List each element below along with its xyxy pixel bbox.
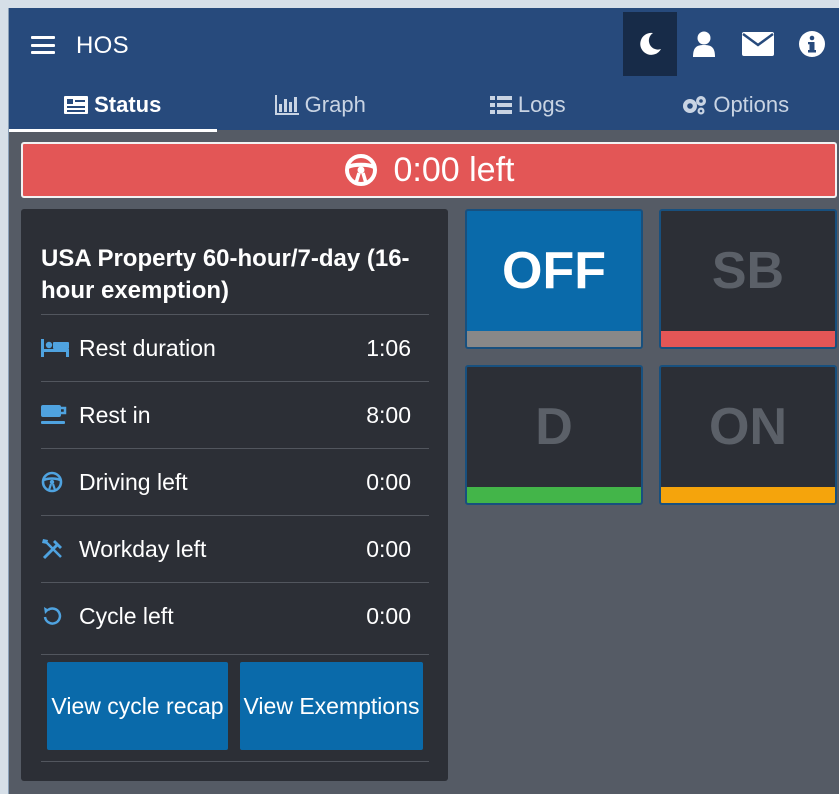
status-sb-bar xyxy=(661,331,835,347)
hos-summary-panel: USA Property 60-hour/7-day (16-hour exem… xyxy=(21,209,448,781)
list-icon xyxy=(489,96,512,114)
driving-time-alert: 0:00 left xyxy=(21,142,837,198)
tab-logs-label: Logs xyxy=(517,92,566,117)
alert-text: 0:00 left xyxy=(393,150,515,189)
status-off-bar xyxy=(467,331,641,347)
status-off-tile[interactable]: OFF xyxy=(465,209,643,349)
panel-actions: View cycle recap View Exemptions xyxy=(41,654,429,762)
header-actions xyxy=(623,12,839,76)
status-off-label: OFF xyxy=(502,242,606,300)
status-d-tile[interactable]: D xyxy=(465,365,643,505)
bed-icon xyxy=(41,339,79,357)
steering-wheel-icon xyxy=(41,471,79,493)
app-title: HOS xyxy=(76,32,129,59)
row-rest-in: Rest in 8:00 xyxy=(41,381,429,448)
row-value: 0:00 xyxy=(366,602,411,629)
row-label: Rest duration xyxy=(79,334,216,361)
row-value: 0:00 xyxy=(366,468,411,495)
status-sb-tile[interactable]: SB xyxy=(659,209,837,349)
hamburger-menu-icon[interactable] xyxy=(31,36,55,54)
status-d-label: D xyxy=(535,398,573,456)
coffee-icon xyxy=(41,405,79,425)
row-label: Cycle left xyxy=(79,602,174,629)
user-icon[interactable] xyxy=(677,12,731,76)
tab-status-label: Status xyxy=(94,92,162,117)
moon-icon[interactable] xyxy=(623,12,677,76)
top-bar: HOS xyxy=(9,8,839,80)
tab-options-label: Options xyxy=(713,92,790,117)
status-sb-label: SB xyxy=(711,242,785,300)
view-cycle-recap-button[interactable]: View cycle recap xyxy=(47,662,228,750)
cycle-icon xyxy=(41,605,79,627)
row-workday-left: Workday left 0:00 xyxy=(41,515,429,582)
tab-bar: Status Graph Logs Options xyxy=(9,80,839,132)
row-rest-duration: Rest duration 1:06 xyxy=(41,314,429,381)
row-value: 1:06 xyxy=(366,334,411,361)
gears-icon xyxy=(683,96,707,115)
row-cycle-left: Cycle left 0:00 xyxy=(41,582,429,649)
status-on-tile[interactable]: ON xyxy=(659,365,837,505)
envelope-icon[interactable] xyxy=(731,12,785,76)
tab-options[interactable]: Options xyxy=(632,80,839,130)
info-icon[interactable] xyxy=(785,12,839,76)
tab-status[interactable]: Status xyxy=(9,80,217,132)
status-d-bar xyxy=(467,487,641,503)
row-value: 0:00 xyxy=(366,535,411,562)
row-label: Driving left xyxy=(79,468,188,495)
status-on-label: ON xyxy=(709,398,787,456)
tab-graph[interactable]: Graph xyxy=(217,80,425,130)
row-driving-left: Driving left 0:00 xyxy=(41,448,429,515)
view-exemptions-button[interactable]: View Exemptions xyxy=(240,662,423,750)
hos-app: HOS Status Graph Logs Options 0:00 left … xyxy=(8,8,839,794)
bar-chart-icon xyxy=(274,95,299,115)
status-icon xyxy=(64,96,89,114)
hos-rows: Rest duration 1:06 Rest in 8:00 Driving … xyxy=(41,314,429,649)
tab-logs[interactable]: Logs xyxy=(424,80,632,130)
row-label: Workday left xyxy=(79,535,207,562)
tools-icon xyxy=(41,538,79,560)
row-label: Rest in xyxy=(79,401,151,428)
steering-wheel-icon xyxy=(344,154,377,186)
ruleset-title: USA Property 60-hour/7-day (16-hour exem… xyxy=(41,245,410,304)
status-on-bar xyxy=(661,487,835,503)
header: HOS Status Graph Logs Options xyxy=(9,8,839,132)
row-value: 8:00 xyxy=(366,401,411,428)
tab-graph-label: Graph xyxy=(304,92,366,117)
